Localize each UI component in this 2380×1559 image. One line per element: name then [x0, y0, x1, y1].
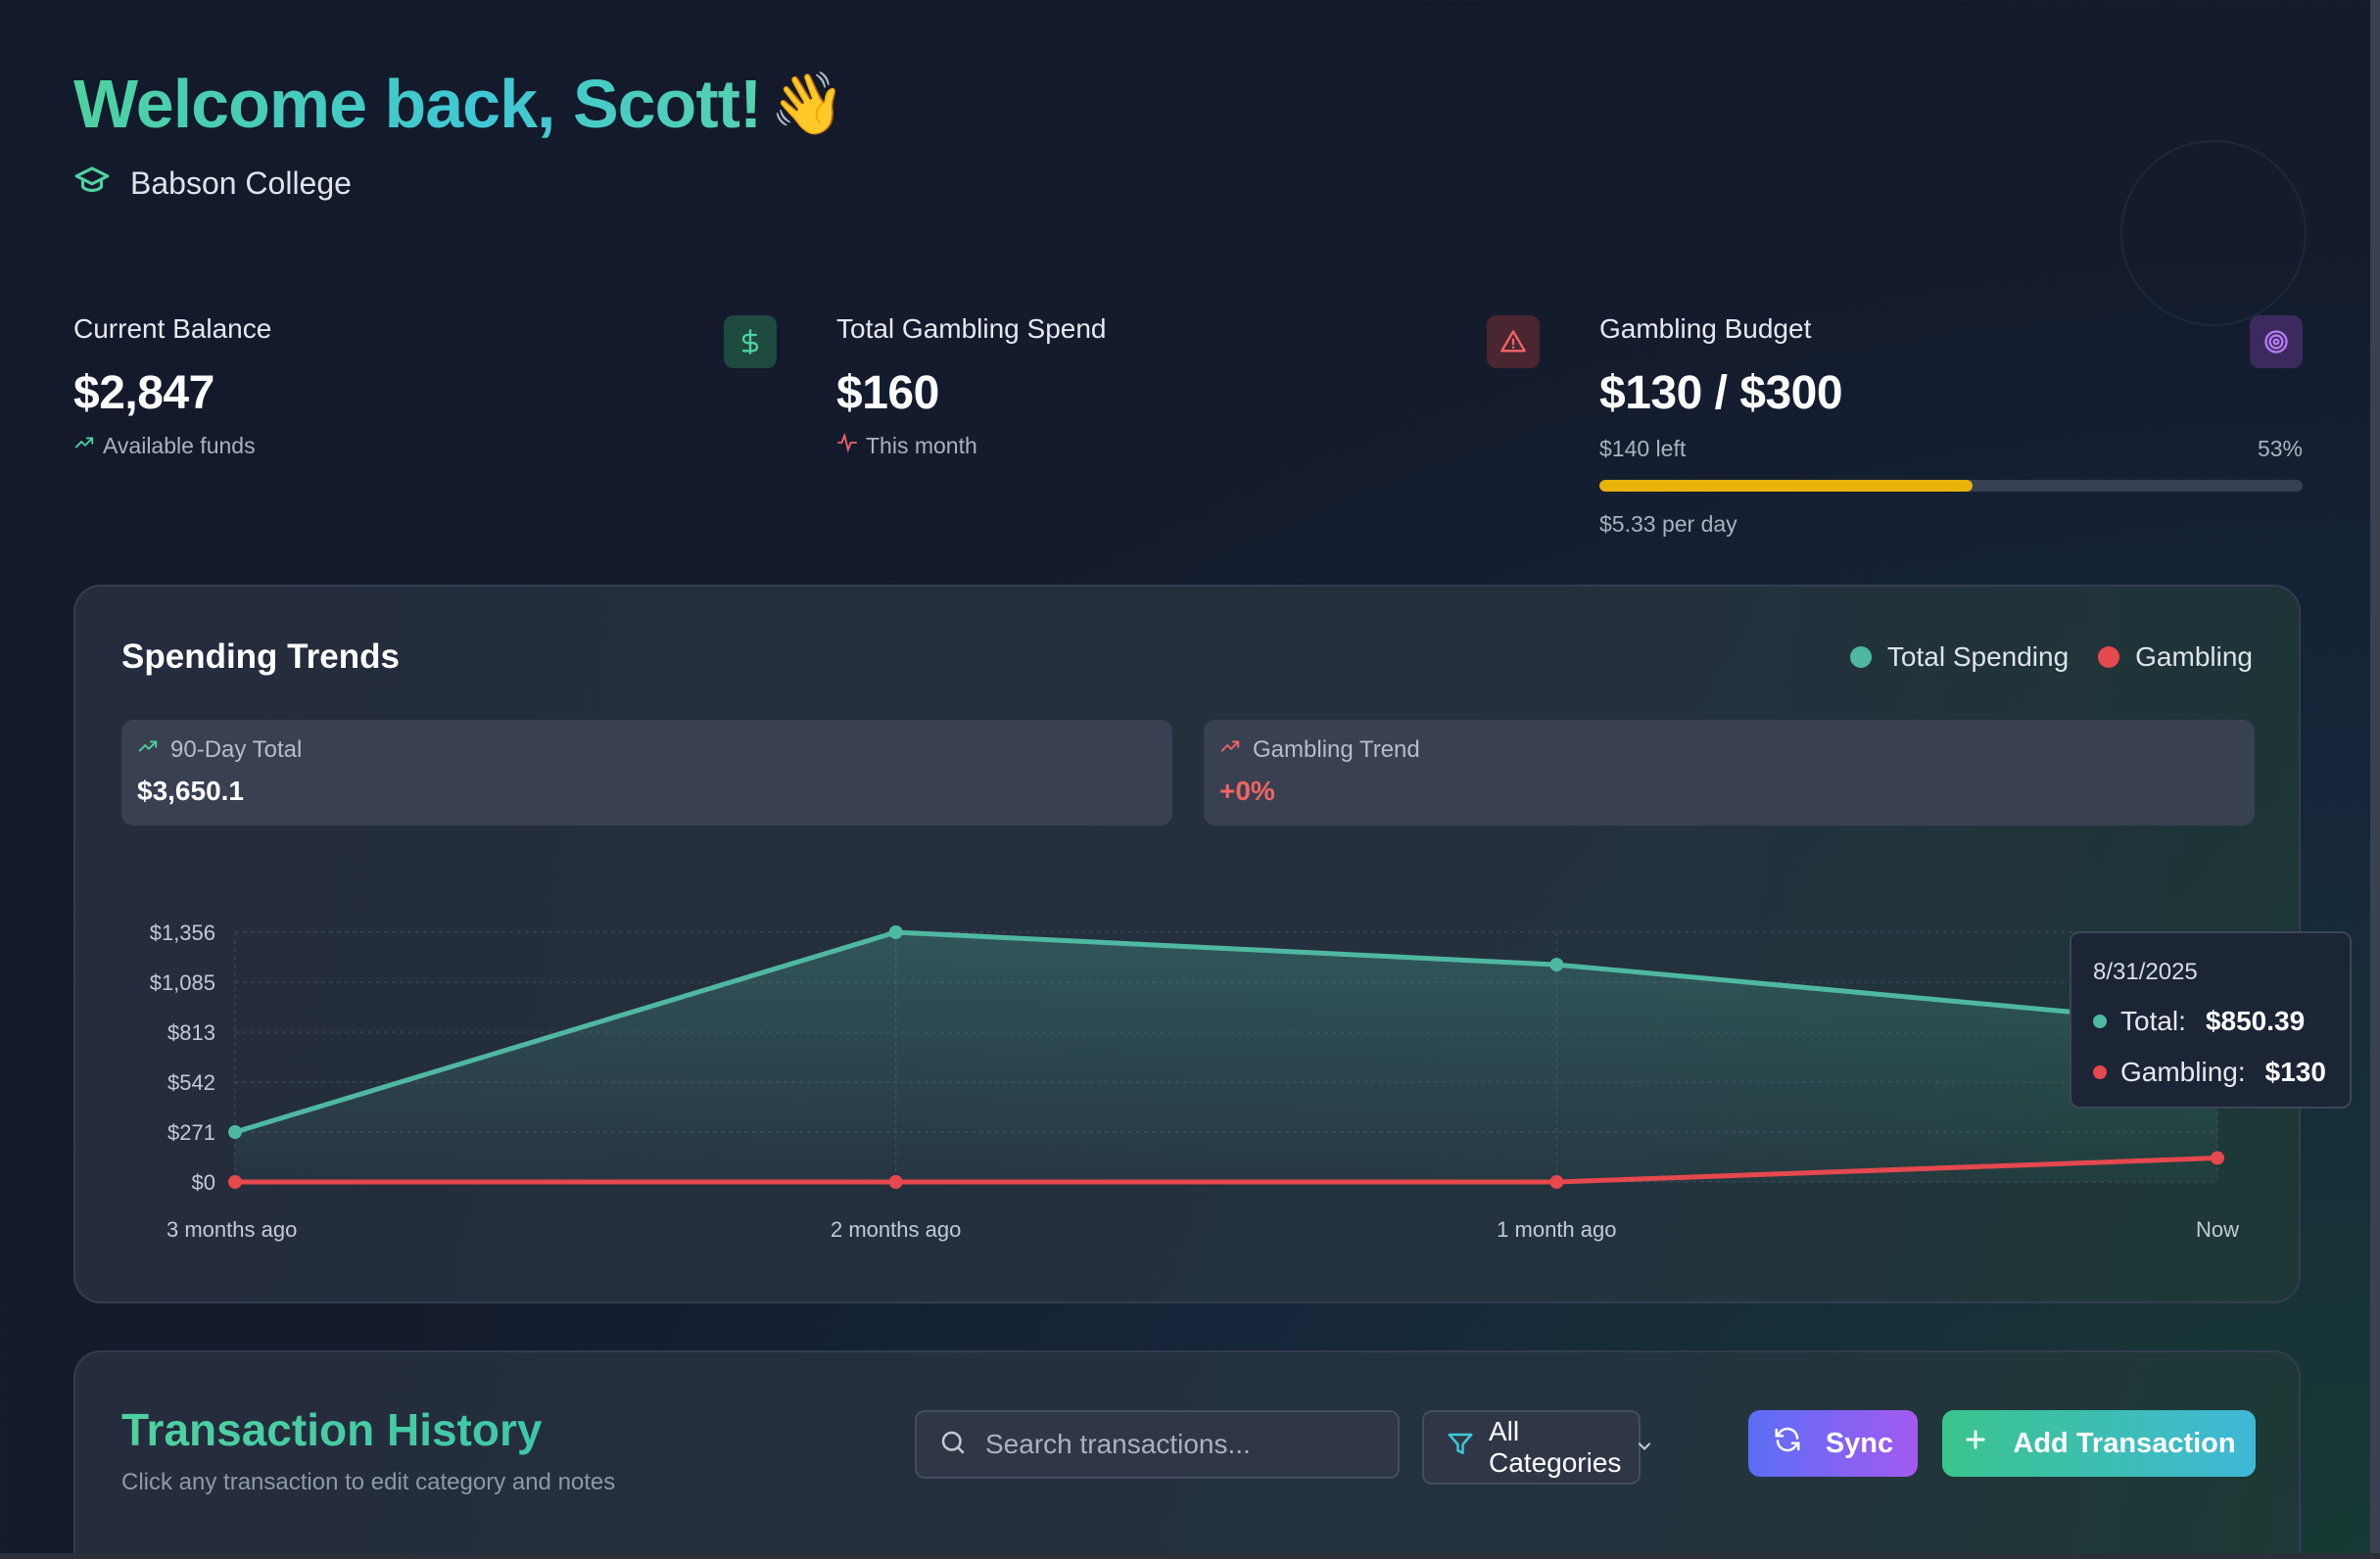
y-tick-label: $813: [167, 1020, 215, 1045]
gambling-sub: This month: [866, 432, 977, 458]
welcome-heading: Welcome back, Scott!: [73, 66, 762, 142]
tooltip-gambling-label: Gambling:: [2120, 1057, 2246, 1087]
gambling-point: [888, 1175, 903, 1189]
gambling-point: [1549, 1175, 1564, 1189]
spending-trends-panel: Spending Trends Total Spending Gambling …: [73, 585, 2301, 1303]
chevron-down-icon: [1635, 1432, 1654, 1463]
transaction-history-subtitle: Click any transaction to edit category a…: [121, 1469, 616, 1495]
x-tick-label: 2 months ago: [831, 1217, 961, 1242]
tooltip-total-label: Total:: [2120, 1006, 2186, 1036]
graduation-cap-icon: [73, 161, 111, 206]
budget-percent: 53%: [2257, 436, 2303, 461]
y-tick-label: $1,085: [150, 970, 215, 995]
x-tick-label: 3 months ago: [167, 1217, 297, 1242]
chart-tooltip: 8/31/2025 Total: $850.39 Gambling: $130: [2070, 931, 2352, 1109]
window-bottom-edge: [0, 1553, 2380, 1559]
decorative-circle: [2120, 140, 2307, 326]
x-tick-label: Now: [2196, 1217, 2239, 1242]
total-spending-area: [235, 932, 2217, 1182]
gambling-point: [2211, 1151, 2224, 1165]
activity-icon: [836, 432, 858, 459]
balance-value: $2,847: [73, 367, 214, 419]
spending-line-chart: $0 $271 $542 $813 $1,085 $1,356 3 months ago 2 …: [150, 921, 2239, 1242]
tooltip-total-row: Total: $850.39: [2093, 1006, 2328, 1037]
alert-triangle-icon: [1487, 315, 1540, 368]
sync-button[interactable]: Sync: [1748, 1410, 1918, 1477]
sync-button-label: Sync: [1825, 1427, 1894, 1459]
x-tick-label: 1 month ago: [1497, 1217, 1616, 1242]
y-tick-label: $271: [167, 1120, 215, 1145]
budget-label: Gambling Budget: [1599, 313, 1812, 344]
school-info: Babson College: [73, 161, 352, 206]
y-tick-label: $542: [167, 1070, 215, 1095]
gambling-label: Total Gambling Spend: [836, 313, 1107, 344]
search-input[interactable]: [983, 1428, 1379, 1461]
gambling-spend-card: Total Gambling Spend $160 This month: [836, 313, 1540, 459]
tooltip-gambling-dot: [2093, 1065, 2107, 1079]
tooltip-total-value: $850.39: [2205, 1006, 2306, 1036]
budget-card: Gambling Budget $130 / $300 $140 left 53…: [1599, 313, 2303, 538]
plus-icon: [1962, 1426, 1989, 1461]
transaction-history-panel: Transaction History Click any transactio…: [73, 1350, 2301, 1559]
category-select[interactable]: All Categories: [1422, 1410, 1651, 1485]
refresh-icon: [1773, 1425, 1802, 1462]
total-spending-point: [888, 925, 903, 939]
search-box[interactable]: [915, 1410, 1400, 1479]
search-icon: [938, 1428, 968, 1462]
budget-left: $140 left: [1599, 436, 1687, 461]
total-spending-point: [228, 1125, 242, 1140]
budget-value: $130 / $300: [1599, 367, 1843, 419]
add-transaction-button[interactable]: Add Transaction: [1942, 1410, 2256, 1477]
total-spending-point: [1549, 958, 1564, 972]
target-icon: [2250, 315, 2303, 368]
balance-sub: Available funds: [103, 432, 256, 458]
category-select-value: All Categories: [1489, 1416, 1622, 1478]
filter-icon: [1446, 1430, 1475, 1466]
balance-card: Current Balance $2,847 Available funds: [73, 313, 777, 459]
trending-up-icon: [73, 432, 95, 459]
gambling-point: [228, 1175, 242, 1189]
school-name: Babson College: [130, 165, 352, 201]
add-transaction-label: Add Transaction: [2013, 1427, 2236, 1459]
balance-label: Current Balance: [73, 313, 272, 344]
wave-icon: 👋: [770, 71, 846, 138]
tooltip-gambling-row: Gambling: $130: [2093, 1057, 2328, 1088]
budget-progress-fill: [1599, 480, 1973, 492]
transaction-history-title: Transaction History: [121, 1404, 543, 1455]
y-tick-label: $0: [192, 1170, 215, 1195]
tooltip-total-dot: [2093, 1015, 2107, 1028]
tooltip-date: 8/31/2025: [2093, 959, 2198, 985]
budget-per-day: $5.33 per day: [1599, 511, 1737, 537]
window-edge: [2370, 0, 2380, 1559]
gambling-value: $160: [836, 367, 939, 419]
budget-progress-bar: [1599, 480, 2303, 492]
tooltip-gambling-value: $130: [2264, 1057, 2326, 1087]
y-tick-label: $1,356: [150, 921, 215, 945]
dollar-icon: [724, 315, 777, 368]
